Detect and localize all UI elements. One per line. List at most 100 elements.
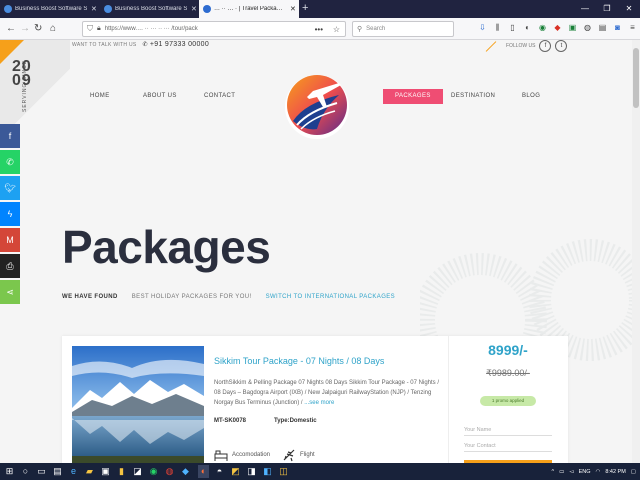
promo-badge: 1 promo applied [480, 396, 536, 406]
volume-icon[interactable]: ◅ [569, 469, 573, 475]
type-value: Domestic [289, 418, 317, 424]
back-icon[interactable]: ← [6, 21, 16, 37]
found-label: WE HAVE FOUND [62, 294, 118, 300]
system-tray: ^ ▭ ◅ ENG ◠ 8:42 PM ▢ [552, 463, 636, 480]
site-logo[interactable] [283, 65, 351, 147]
file-explorer-icon[interactable]: ▰ [84, 465, 95, 478]
sidebar-icon[interactable]: ▯ [508, 22, 517, 34]
package-card: Sikkim Tour Package - 07 Nights / 08 Day… [62, 336, 568, 463]
airplane-icon [283, 449, 295, 462]
network-icon[interactable]: ▭ [559, 469, 564, 475]
package-description: NorthSikkim & Pelling Package 07 Nights … [214, 378, 440, 408]
menu-item-about-us[interactable]: ABOUT US [143, 89, 177, 104]
notifications-icon[interactable]: ▢ [631, 469, 636, 475]
reader-icon[interactable]: ◐ [523, 22, 532, 34]
follow-divider [485, 40, 497, 52]
extension-icon[interactable]: ◉ [538, 22, 547, 34]
facebook-share-button[interactable]: f [0, 124, 20, 148]
forward-icon[interactable]: → [20, 21, 30, 37]
type-label: Type: [274, 418, 290, 424]
browser-toolbar: ← → ↻ ⌂ ⛉ 🔒︎ https://www.… ·· ··· ·· ···… [0, 18, 640, 40]
messenger-share-button[interactable]: ϟ [0, 202, 20, 226]
app-icon[interactable]: ◩ [230, 465, 241, 478]
close-tab-icon[interactable]: ✕ [191, 5, 197, 13]
search-placeholder: Search [366, 26, 386, 32]
app-icon[interactable]: ▮ [116, 465, 127, 478]
bookmark-star-icon[interactable]: ☆ [333, 25, 340, 34]
menu-item-packages[interactable]: PACKAGES [383, 89, 443, 104]
search-input[interactable]: ⚲ Search [352, 21, 454, 37]
whatsapp-share-button[interactable]: ✆ [0, 150, 20, 174]
firefox-icon[interactable]: ◐ [198, 465, 209, 478]
store-icon[interactable]: ▣ [100, 465, 111, 478]
print-button[interactable]: ⎙ [0, 254, 20, 278]
whatsapp-icon[interactable]: ◉ [148, 465, 159, 478]
results-subtitle: BEST HOLIDAY PACKAGES FOR YOU! [131, 294, 252, 300]
wifi-icon[interactable]: ◠ [596, 469, 601, 475]
see-more-link[interactable]: ...see more [304, 400, 334, 406]
minimize-icon[interactable]: — [574, 0, 596, 18]
browser-tab-active[interactable]: … ·· … · | Travel Packa… ✕ [199, 0, 299, 18]
windows-start-icon[interactable]: ⊞ [4, 465, 15, 478]
menu-item-contact[interactable]: CONTACT [204, 89, 235, 104]
extension-icon[interactable]: ▤ [598, 22, 607, 34]
contact-field[interactable]: Your Contact [464, 440, 552, 452]
twitter-icon[interactable]: t [555, 40, 568, 52]
twitter-share-button[interactable]: 🐦︎ [0, 176, 20, 200]
chrome-icon[interactable]: ◍ [164, 465, 175, 478]
download-icon[interactable]: ⇩ [478, 22, 487, 34]
edge-icon[interactable]: e [68, 465, 79, 478]
app-icon[interactable]: ◧ [262, 465, 273, 478]
reload-icon[interactable]: ↻ [34, 21, 42, 37]
browser-tab[interactable]: Business Boost Software Soluti… ✕ [100, 0, 198, 18]
package-title-link[interactable]: Sikkim Tour Package - 07 Nights / 08 Day… [214, 356, 384, 366]
app-icon[interactable]: ◆ [180, 465, 191, 478]
close-tab-icon[interactable]: ✕ [91, 5, 97, 13]
menu-item-blog[interactable]: BLOG [522, 89, 540, 104]
maximize-icon[interactable]: ❐ [596, 0, 618, 18]
home-icon[interactable]: ⌂ [50, 21, 56, 37]
app-icon[interactable]: ◨ [246, 465, 257, 478]
site-favicon-icon [104, 5, 112, 13]
menu-item-home[interactable]: HOME [90, 89, 110, 104]
facebook-icon: f [8, 131, 12, 141]
search-icon[interactable]: ○ [20, 465, 31, 478]
new-tab-button[interactable]: + [302, 2, 308, 14]
app-icon[interactable]: ◓ [214, 465, 225, 478]
since-label: SERVING SINCE [22, 59, 28, 112]
extension-icon[interactable]: ◆ [553, 22, 562, 34]
amenity-label: Flight [300, 452, 315, 458]
extension-icon[interactable]: ◍ [583, 22, 592, 34]
address-bar[interactable]: ⛉ 🔒︎ https://www.… ·· ··· ·· ··· /tour/p… [82, 21, 346, 37]
amenity-accomodation: Accomodation [214, 448, 270, 462]
page-scrollbar[interactable] [632, 40, 640, 463]
name-field[interactable]: Your Name [464, 424, 552, 436]
contact-strip: WANT TO TALK WITH US ✆ +91 97333 00000 [72, 41, 209, 48]
clock[interactable]: 8:42 PM [605, 469, 625, 475]
menu-item-destination[interactable]: DESTINATION [451, 89, 495, 104]
page-actions-icon[interactable]: ••• [315, 25, 323, 34]
menu-icon[interactable]: ≡ [628, 22, 637, 34]
package-image[interactable] [72, 346, 204, 463]
app-icon[interactable]: ▤ [52, 465, 63, 478]
bed-icon [214, 450, 228, 461]
tray-up-icon[interactable]: ^ [552, 469, 555, 475]
close-window-icon[interactable]: ✕ [618, 0, 640, 18]
phone-number[interactable]: ✆ +91 97333 00000 [143, 41, 210, 48]
close-tab-icon[interactable]: ✕ [290, 5, 296, 13]
facebook-icon[interactable]: f [539, 40, 552, 52]
extension-icon[interactable]: ▣ [568, 22, 577, 34]
browser-tab[interactable]: Business Boost Software Soluti… ✕ [0, 0, 98, 18]
app-icon[interactable]: ◫ [278, 465, 289, 478]
task-view-icon[interactable]: ▭ [36, 465, 47, 478]
library-icon[interactable]: ⫼ [493, 22, 502, 34]
extension-icon[interactable]: ◙ [613, 22, 622, 34]
gmail-share-button[interactable]: M [0, 228, 20, 252]
app-icon[interactable]: ◪ [132, 465, 143, 478]
tab-title: Business Boost Software Soluti… [115, 6, 187, 12]
scrollbar-thumb[interactable] [633, 48, 639, 108]
search-icon: ⚲ [357, 26, 363, 33]
switch-international-link[interactable]: SWITCH TO INTERNATIONAL PACKAGES [266, 294, 395, 300]
language-indicator[interactable]: ENG [579, 469, 591, 475]
share-button[interactable]: ⋖ [0, 280, 20, 304]
